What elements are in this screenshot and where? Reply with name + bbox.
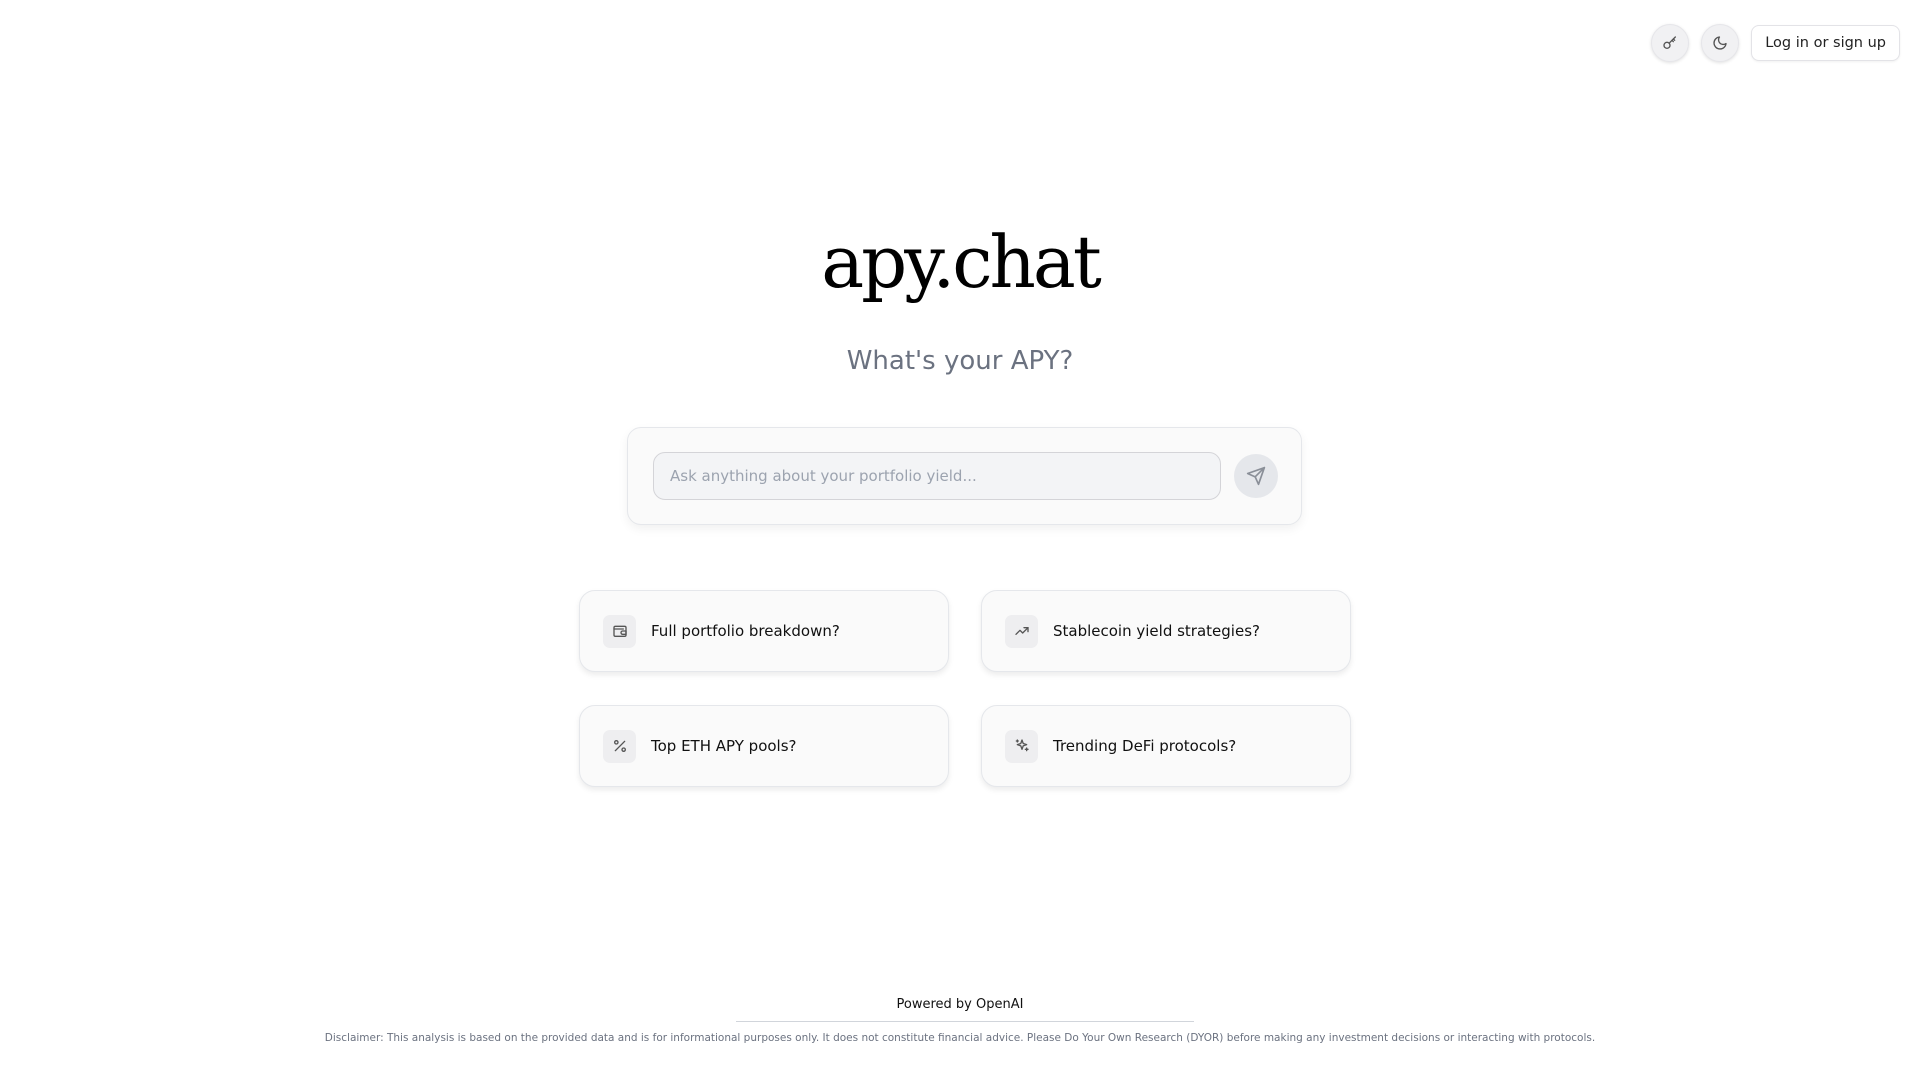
search-input[interactable] <box>653 452 1221 500</box>
suggestion-label: Stablecoin yield strategies? <box>1053 622 1260 640</box>
theme-toggle-button[interactable] <box>1701 24 1740 62</box>
api-key-button[interactable] <box>1651 24 1690 62</box>
trending-up-icon <box>1014 627 1029 635</box>
top-controls: Log in or sign up <box>1651 24 1900 62</box>
moon-icon <box>1713 36 1727 50</box>
suggestion-label: Full portfolio breakdown? <box>651 622 840 640</box>
suggestion-stablecoin-strategies[interactable]: Stablecoin yield strategies? <box>981 590 1351 672</box>
search-card <box>627 427 1302 525</box>
suggestion-trending-defi[interactable]: Trending DeFi protocols? <box>981 705 1351 787</box>
send-button[interactable] <box>1234 454 1278 498</box>
suggestion-icon-box <box>1005 729 1038 763</box>
login-button[interactable]: Log in or sign up <box>1751 25 1900 61</box>
suggestion-icon-box <box>603 729 636 763</box>
key-icon <box>1663 36 1677 49</box>
powered-by-text: Powered by OpenAI <box>896 997 1024 1012</box>
send-icon <box>1246 466 1266 486</box>
footer-divider <box>736 1021 1194 1022</box>
sparkles-icon <box>1015 739 1029 752</box>
suggestion-icon-box <box>603 614 636 648</box>
percent-icon <box>613 740 626 752</box>
suggestion-label: Top ETH APY pools? <box>651 737 797 755</box>
tagline: What's your APY? <box>846 346 1074 376</box>
suggestion-eth-apy-pools[interactable]: Top ETH APY pools? <box>579 705 949 787</box>
wallet-icon <box>612 625 627 637</box>
suggestion-icon-box <box>1005 614 1038 648</box>
suggestion-portfolio-breakdown[interactable]: Full portfolio breakdown? <box>579 590 949 672</box>
suggestion-label: Trending DeFi protocols? <box>1053 737 1237 755</box>
disclaimer-text: Disclaimer: This analysis is based on th… <box>324 1032 1596 1044</box>
app-logo: apy.chat <box>821 220 1102 304</box>
page: Log in or sign up apy.chat What's your A… <box>0 0 1920 1080</box>
